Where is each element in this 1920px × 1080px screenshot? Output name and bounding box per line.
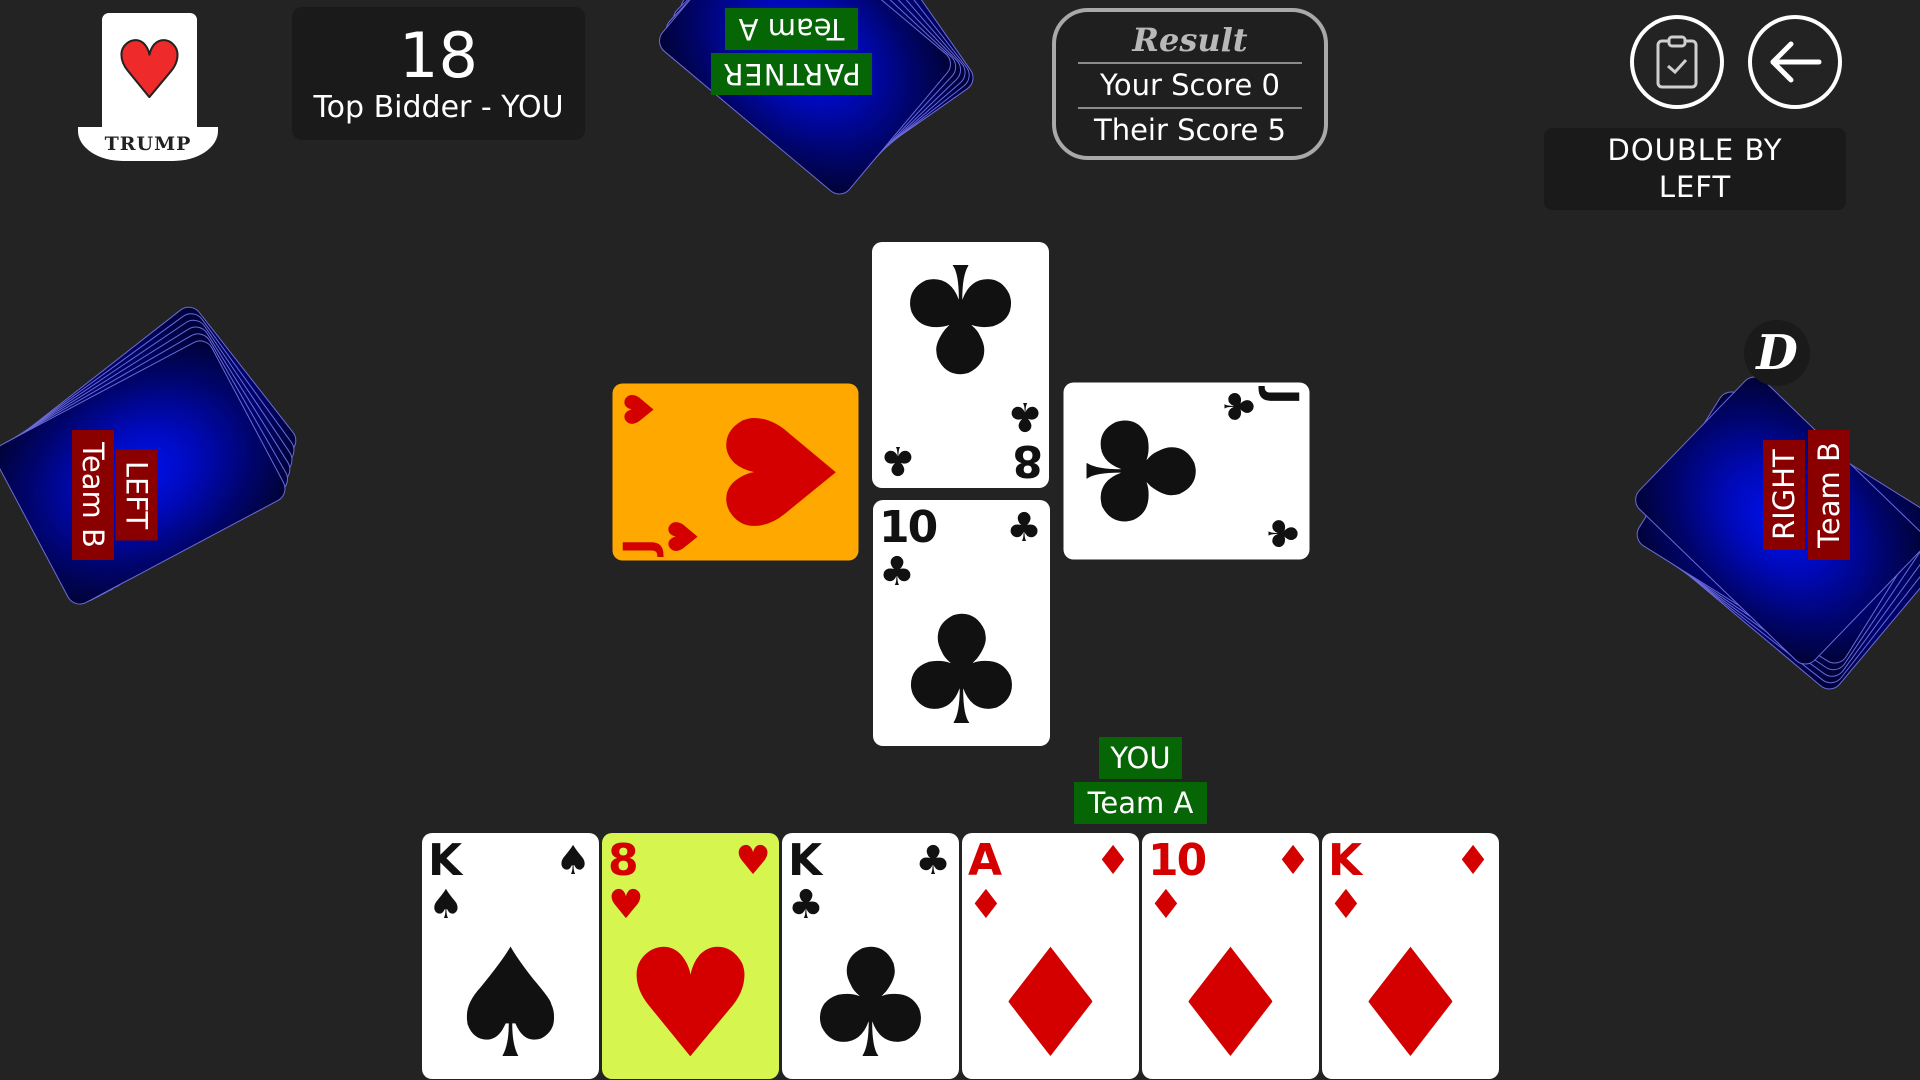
card-rank: K (1328, 835, 1362, 886)
your-score: Your Score 0 (1078, 62, 1302, 107)
result-title: Result (1132, 21, 1248, 59)
result-panel: Result Your Score 0 Their Score 5 (1052, 8, 1328, 160)
trump-label: TRUMP (78, 127, 218, 161)
hand-card-k-spades[interactable]: K ♠ ♠ ♠ (422, 833, 599, 1079)
heart-icon: ♥ (623, 918, 758, 1079)
hand-card-10-diamonds[interactable]: 10 ♦ ♦ ♦ (1142, 833, 1319, 1079)
partner-team-tag: Team A (725, 8, 858, 50)
heart-icon: ♥ (114, 26, 186, 116)
diamond-icon: ♦ (1095, 838, 1131, 884)
club-icon: ♣ (893, 242, 1028, 403)
dealer-badge: D (1744, 320, 1810, 386)
card-rank: 8 (1014, 435, 1043, 486)
diamond-icon: ♦ (983, 918, 1118, 1079)
heart-icon: ♥ (697, 404, 859, 540)
hand-card-k-clubs[interactable]: K ♣ ♣ ♣ (782, 833, 959, 1079)
top-bidder-label: Top Bidder - YOU (313, 90, 564, 125)
diamond-icon: ♦ (1163, 918, 1298, 1079)
club-icon: ♣ (915, 838, 951, 884)
spade-icon: ♠ (443, 918, 578, 1079)
club-icon: ♣ (1006, 505, 1042, 551)
card-rank: K (788, 835, 822, 886)
score-sheet-button[interactable] (1630, 15, 1724, 109)
trump-card: ♥ (102, 13, 197, 133)
clipboard-check-icon (1656, 35, 1698, 89)
partner-name-tag: PARTNER (711, 53, 872, 95)
right-team-tag: Team B (1808, 430, 1850, 560)
diamond-icon: ♦ (1275, 838, 1311, 884)
hand-card-k-diamonds[interactable]: K ♦ ♦ ♦ (1322, 833, 1499, 1079)
left-team-tag: Team B (72, 430, 114, 560)
you-name-tag: YOU (1099, 737, 1182, 779)
played-card-partner: 8 ♣ ♣ ♣ (872, 242, 1049, 488)
hand-card-a-diamonds[interactable]: A ♦ ♦ ♦ (962, 833, 1139, 1079)
heart-icon: ♥ (617, 391, 664, 428)
card-rank: 10 (1148, 835, 1207, 886)
back-button[interactable] (1748, 15, 1842, 109)
hand-card-8-hearts[interactable]: 8 ♥ ♥ ♥ (602, 833, 779, 1079)
card-rank: J (1256, 388, 1308, 403)
double-status-line1: DOUBLE BY (1607, 133, 1783, 167)
played-card-you: 10 ♣ ♣ ♣ (873, 500, 1050, 746)
double-status: DOUBLE BY LEFT (1544, 128, 1846, 210)
card-rank: A (968, 835, 1002, 886)
card-rank: K (428, 835, 462, 886)
club-icon: ♣ (1258, 515, 1305, 552)
club-icon: ♣ (880, 437, 916, 483)
heart-icon: ♥ (735, 838, 771, 884)
left-name-tag: LEFT (115, 449, 158, 541)
club-icon: ♣ (803, 918, 938, 1079)
diamond-icon: ♦ (1343, 918, 1478, 1079)
card-rank: 8 (608, 835, 639, 886)
played-card-left: J ♥ ♥ ♥ (612, 383, 859, 561)
spade-icon: ♠ (555, 838, 591, 884)
double-status-line2: LEFT (1658, 170, 1732, 204)
played-card-right: J ♣ ♣ ♣ (1063, 382, 1310, 560)
card-rank: J (614, 540, 666, 555)
club-icon: ♣ (894, 585, 1029, 746)
you-team-tag: Team A (1074, 782, 1207, 824)
bid-panel: 18 Top Bidder - YOU (292, 7, 585, 140)
trump-indicator: ♥ TRUMP (78, 13, 218, 161)
club-icon: ♣ (1063, 403, 1225, 539)
card-rank: 10 (879, 502, 938, 553)
bid-value: 18 (399, 19, 478, 92)
diamond-icon: ♦ (1455, 838, 1491, 884)
right-name-tag: RIGHT (1763, 440, 1805, 550)
their-score: Their Score 5 (1078, 107, 1302, 152)
arrow-left-icon (1770, 41, 1822, 83)
